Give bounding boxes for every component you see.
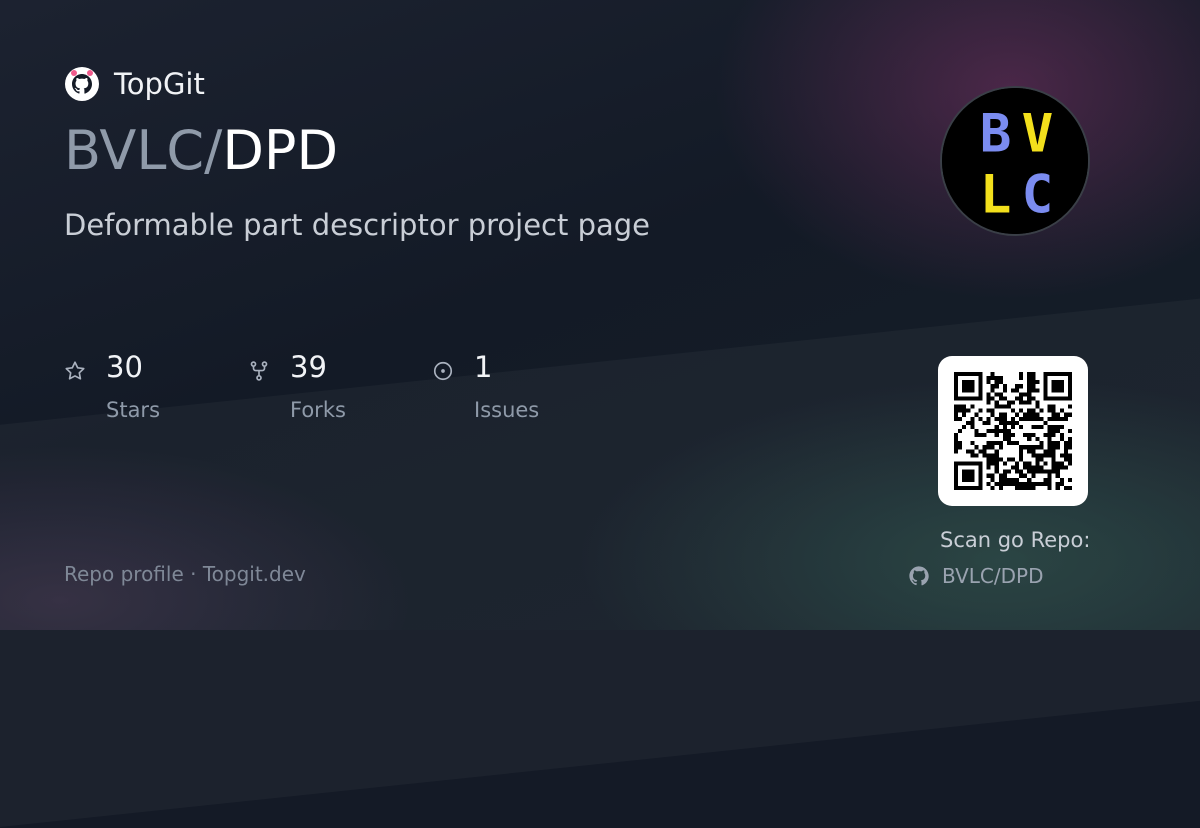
footer-text: Repo profile · Topgit.dev bbox=[64, 562, 306, 586]
avatar-letter-v: V bbox=[1022, 103, 1054, 164]
forks-label: Forks bbox=[290, 398, 346, 422]
repo-link[interactable]: BVLC/DPD bbox=[908, 562, 1044, 590]
issue-icon bbox=[433, 361, 453, 381]
stars-count: 30 bbox=[106, 350, 143, 384]
repo-owner: BVLC bbox=[64, 119, 205, 182]
scan-label: Scan go Repo: bbox=[940, 528, 1091, 552]
github-icon bbox=[909, 566, 929, 586]
star-icon bbox=[65, 361, 85, 380]
brand-name: TopGit bbox=[114, 67, 205, 101]
repo-title[interactable]: BVLC/DPD bbox=[64, 118, 338, 184]
qr-code bbox=[954, 372, 1072, 490]
repo-separator: / bbox=[204, 119, 223, 182]
repo-name: DPD bbox=[222, 119, 339, 182]
owner-avatar: B V L C bbox=[940, 86, 1090, 236]
brand[interactable]: TopGit bbox=[64, 64, 205, 104]
issues-label: Issues bbox=[474, 398, 540, 422]
repo-link-text: BVLC/DPD bbox=[942, 564, 1044, 588]
qr-code-card[interactable] bbox=[938, 356, 1088, 506]
fork-icon bbox=[250, 361, 268, 381]
avatar-letter-b: B bbox=[980, 103, 1012, 164]
issues-count: 1 bbox=[474, 350, 493, 384]
repo-description: Deformable part descriptor project page bbox=[64, 208, 651, 242]
forks-count: 39 bbox=[290, 350, 327, 384]
avatar-letter-c: C bbox=[1022, 165, 1054, 226]
topgit-logo-icon bbox=[65, 67, 99, 101]
avatar-letter-l: L bbox=[980, 165, 1012, 226]
stars-label: Stars bbox=[106, 398, 161, 422]
